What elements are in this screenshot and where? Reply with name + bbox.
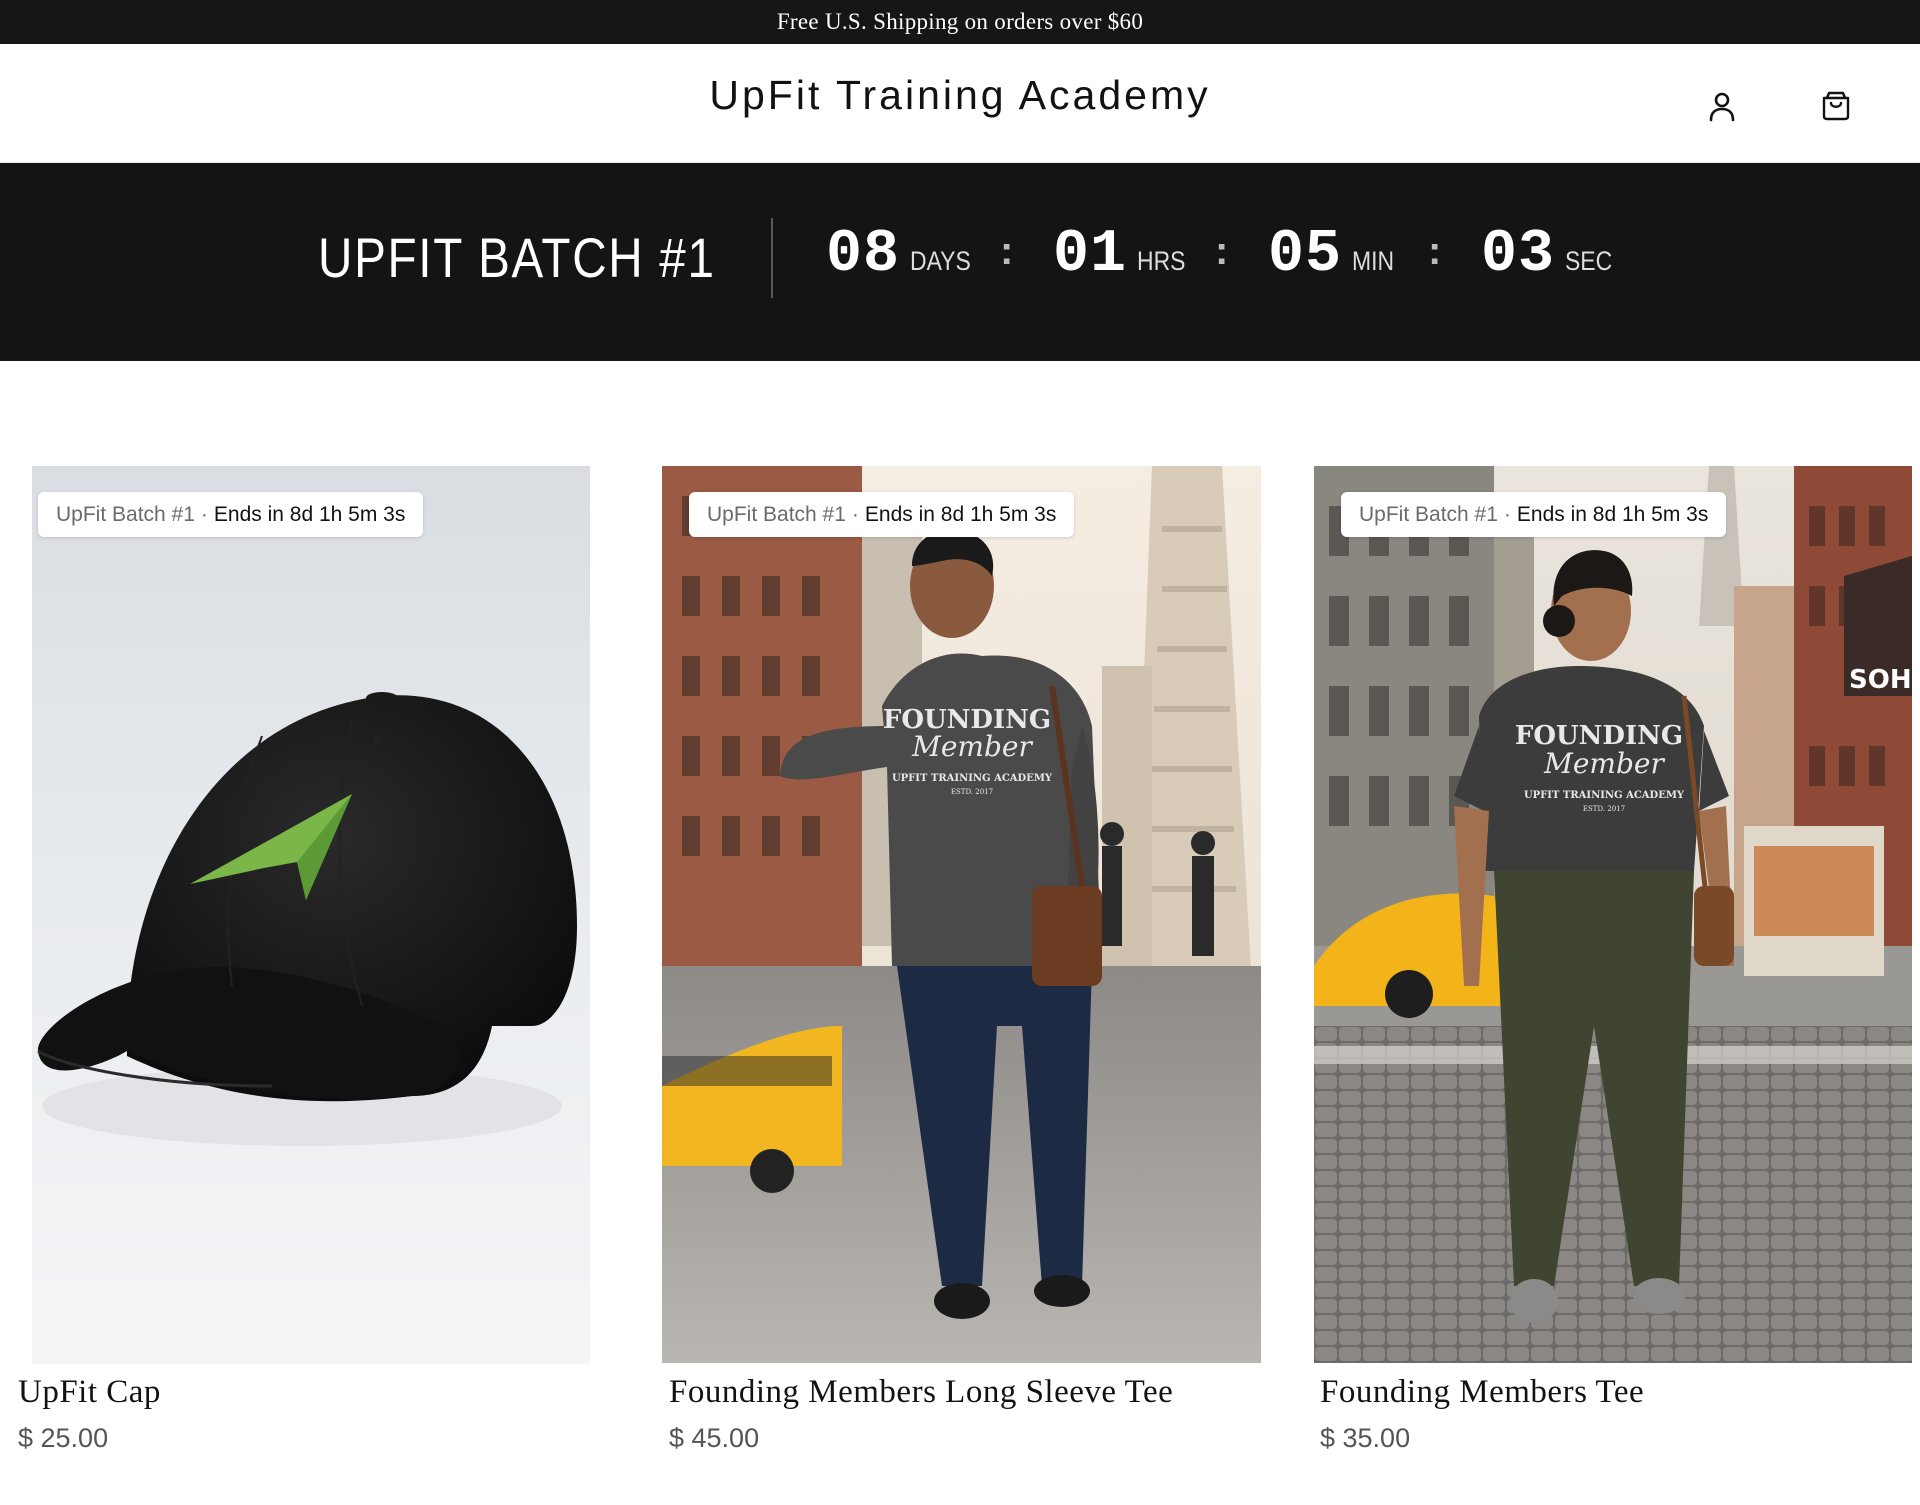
cap-photo: [32, 466, 590, 1364]
countdown-days-value: 08: [826, 221, 901, 289]
site-header: UpFit Training Academy: [0, 44, 1920, 163]
announcement-bar: Free U.S. Shipping on orders over $60: [0, 0, 1920, 44]
product-price: $ 35.00: [1320, 1423, 1411, 1453]
product-title[interactable]: Founding Members Long Sleeve Tee: [669, 1374, 1173, 1411]
badge-separator: ·: [851, 502, 859, 526]
product-image-long-sleeve-tee[interactable]: FOUNDING Member UPFIT TRAINING ACADEMY E…: [662, 466, 1261, 1363]
badge-separator: ·: [200, 502, 208, 526]
countdown-banner: UPFIT BATCH #1 08 DAYS : 01 HRS : 05 MIN…: [0, 163, 1920, 361]
account-icon: [1709, 92, 1735, 122]
countdown-minutes-label: MIN: [1352, 246, 1395, 276]
countdown-title: UPFIT BATCH #1: [318, 226, 716, 289]
shirt-print-text: UPFIT TRAINING ACADEMY: [1524, 790, 1685, 801]
shirt-print-text: Member: [911, 730, 1033, 763]
countdown-days: 08 DAYS: [826, 221, 982, 289]
product-image-cap[interactable]: [32, 466, 590, 1364]
sale-badge: UpFit Batch #1 · Ends in 8d 1h 5m 3s: [1341, 492, 1727, 537]
countdown-minutes-value: 05: [1268, 221, 1343, 289]
countdown-separator: :: [1000, 229, 1014, 273]
countdown-separator: :: [1215, 229, 1229, 273]
badge-ends-text: Ends in 8d 1h 5m 3s: [213, 502, 406, 526]
countdown-seconds-value: 03: [1481, 221, 1556, 289]
street-sign-text: SOHO: [1849, 665, 1912, 695]
cart-icon: [1822, 91, 1850, 121]
product-price: $ 25.00: [18, 1423, 109, 1453]
shirt-print-text: ESTD. 2017: [1583, 805, 1625, 813]
sale-badge: UpFit Batch #1 · Ends in 8d 1h 5m 3s: [689, 492, 1075, 537]
shirt-print-text: Member: [1543, 747, 1665, 780]
long-sleeve-photo: FOUNDING Member UPFIT TRAINING ACADEMY E…: [662, 466, 1261, 1363]
shirt-print-text: UPFIT TRAINING ACADEMY: [892, 773, 1053, 784]
countdown-days-label: DAYS: [910, 246, 971, 276]
countdown-separator: :: [1428, 229, 1442, 273]
tee-photo: SOHO FOUNDING Member UPFIT TR: [1314, 466, 1912, 1363]
product-title[interactable]: Founding Members Tee: [1320, 1374, 1644, 1411]
badge-separator: ·: [1503, 502, 1511, 526]
badge-ends-text: Ends in 8d 1h 5m 3s: [864, 502, 1057, 526]
countdown-divider: [771, 218, 773, 298]
product-title[interactable]: UpFit Cap: [18, 1374, 161, 1411]
product-image-tee[interactable]: SOHO FOUNDING Member UPFIT TR: [1314, 466, 1912, 1363]
site-logo[interactable]: UpFit Training Academy: [0, 72, 1920, 119]
badge-batch-name: UpFit Batch #1: [56, 502, 195, 526]
countdown-seconds: 03 SEC: [1481, 221, 1621, 289]
announcement-text: Free U.S. Shipping on orders over $60: [776, 9, 1144, 34]
countdown-hours-value: 01: [1053, 221, 1128, 289]
shirt-print-text: ESTD. 2017: [951, 788, 993, 796]
badge-batch-name: UpFit Batch #1: [1359, 502, 1498, 526]
account-button[interactable]: [1700, 84, 1744, 128]
countdown-hours-label: HRS: [1137, 246, 1186, 276]
badge-ends-text: Ends in 8d 1h 5m 3s: [1516, 502, 1709, 526]
badge-batch-name: UpFit Batch #1: [707, 502, 846, 526]
countdown-hours: 01 HRS: [1053, 221, 1194, 289]
countdown-seconds-label: SEC: [1565, 246, 1613, 276]
cart-button[interactable]: [1814, 84, 1858, 128]
product-price: $ 45.00: [669, 1423, 760, 1453]
sale-badge: UpFit Batch #1 · Ends in 8d 1h 5m 3s: [38, 492, 424, 537]
countdown-minutes: 05 MIN: [1268, 221, 1402, 289]
